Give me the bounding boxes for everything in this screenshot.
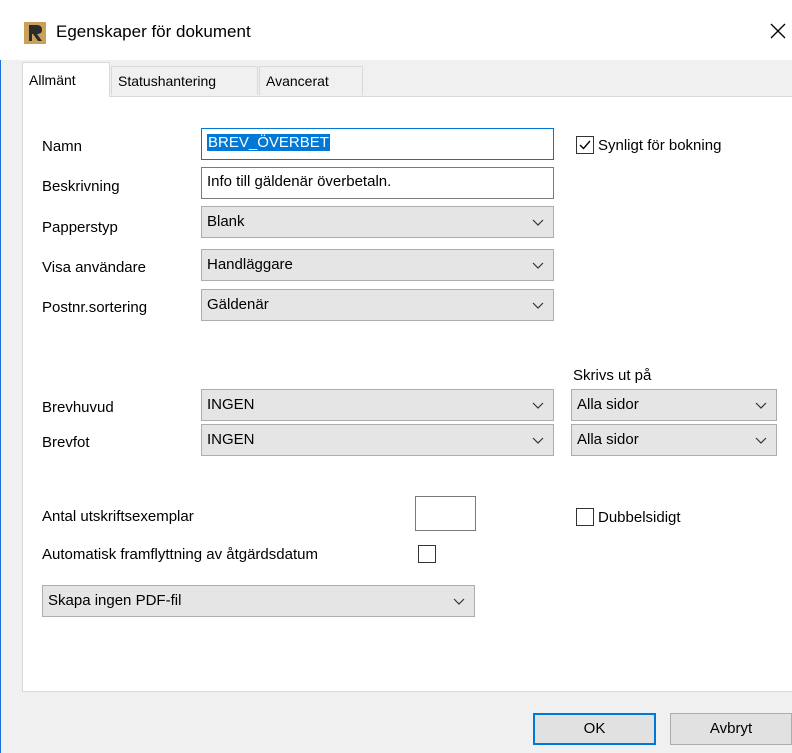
visa-anvandare-select[interactable]: Handläggare [201, 249, 554, 281]
namn-input[interactable]: BREV_ÖVERBET [201, 128, 554, 160]
document-app-icon [24, 22, 46, 44]
synligt-checkbox[interactable] [576, 136, 594, 154]
papperstyp-label: Papperstyp [42, 219, 118, 236]
brevhuvud-select[interactable]: INGEN [201, 389, 554, 421]
window-left-border [0, 60, 1, 753]
antal-input[interactable] [415, 496, 476, 531]
postnr-sortering-value: Gäldenär [207, 296, 269, 313]
chevron-down-icon [532, 402, 544, 409]
namn-value: BREV_ÖVERBET [207, 134, 330, 151]
close-button[interactable] [764, 16, 792, 46]
antal-label: Antal utskriftsexemplar [42, 508, 194, 525]
beskrivning-input[interactable]: Info till gäldenär överbetaln. [201, 167, 554, 199]
automatisk-label: Automatisk framflyttning av åtgärdsdatum [42, 546, 318, 563]
tab-allmant[interactable]: Allmänt [22, 62, 110, 97]
chevron-down-icon [755, 402, 767, 409]
close-icon [770, 23, 786, 39]
brevfot-label: Brevfot [42, 434, 90, 451]
cancel-button[interactable]: Avbryt [670, 713, 792, 745]
postnr-sortering-label: Postnr.sortering [42, 299, 148, 316]
pdf-value: Skapa ingen PDF-fil [48, 592, 182, 609]
brevfot-pages-select[interactable]: Alla sidor [571, 424, 777, 456]
tab-avancerat[interactable]: Avancerat [259, 66, 363, 95]
synligt-label: Synligt för bokning [598, 137, 722, 154]
brevhuvud-pages-select[interactable]: Alla sidor [571, 389, 777, 421]
postnr-sortering-select[interactable]: Gäldenär [201, 289, 554, 321]
brevhuvud-label: Brevhuvud [42, 399, 114, 416]
skrivs-ut-pa-label: Skrivs ut på [573, 367, 652, 384]
chevron-down-icon [532, 262, 544, 269]
ok-button[interactable]: OK [533, 713, 656, 745]
chevron-down-icon [532, 302, 544, 309]
chevron-down-icon [532, 437, 544, 444]
chevron-down-icon [532, 219, 544, 226]
visa-anvandare-label: Visa användare [42, 259, 146, 276]
checkmark-icon [579, 140, 591, 150]
brevfot-select[interactable]: INGEN [201, 424, 554, 456]
dubbelsidigt-checkbox[interactable] [576, 508, 594, 526]
visa-anvandare-value: Handläggare [207, 256, 293, 273]
beskrivning-label: Beskrivning [42, 178, 120, 195]
tab-statushantering[interactable]: Statushantering [111, 66, 258, 95]
window-title: Egenskaper för dokument [56, 22, 251, 41]
pdf-select[interactable]: Skapa ingen PDF-fil [42, 585, 475, 617]
chevron-down-icon [453, 598, 465, 605]
brevfot-pages-value: Alla sidor [577, 431, 639, 448]
papperstyp-select[interactable]: Blank [201, 206, 554, 238]
brevhuvud-value: INGEN [207, 396, 255, 413]
brevhuvud-pages-value: Alla sidor [577, 396, 639, 413]
papperstyp-value: Blank [207, 213, 245, 230]
dubbelsidigt-label: Dubbelsidigt [598, 509, 681, 526]
automatisk-checkbox[interactable] [418, 545, 436, 563]
brevfot-value: INGEN [207, 431, 255, 448]
chevron-down-icon [755, 437, 767, 444]
namn-label: Namn [42, 138, 83, 155]
